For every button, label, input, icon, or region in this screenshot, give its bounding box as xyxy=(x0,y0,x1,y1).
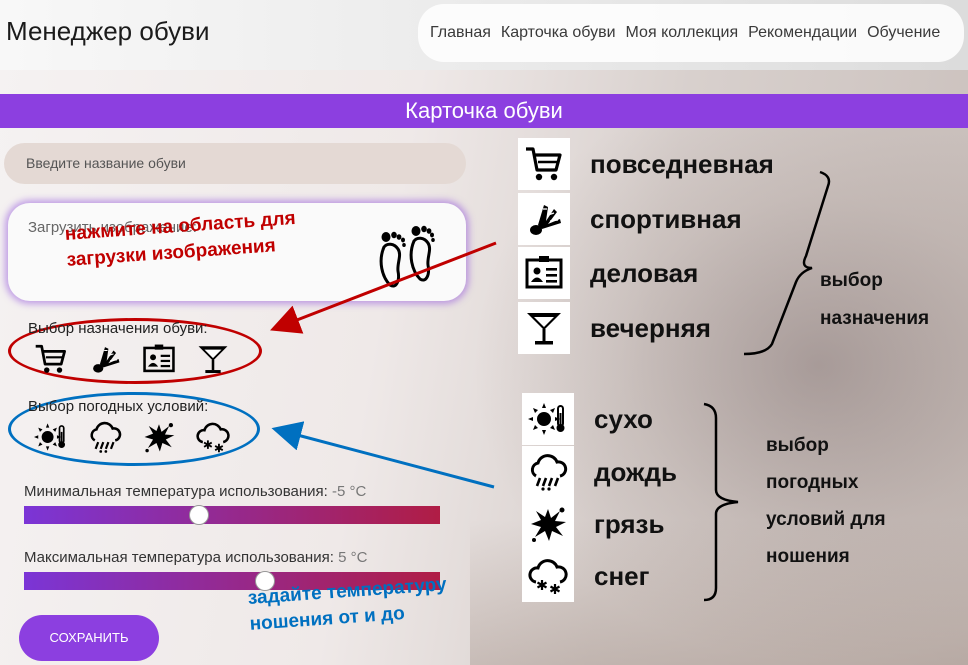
annotation-overlay xyxy=(270,170,831,602)
weather-brace xyxy=(703,402,739,602)
purpose-arrow xyxy=(270,241,497,334)
weather-arrow xyxy=(271,421,495,489)
purpose-brace xyxy=(743,170,831,356)
